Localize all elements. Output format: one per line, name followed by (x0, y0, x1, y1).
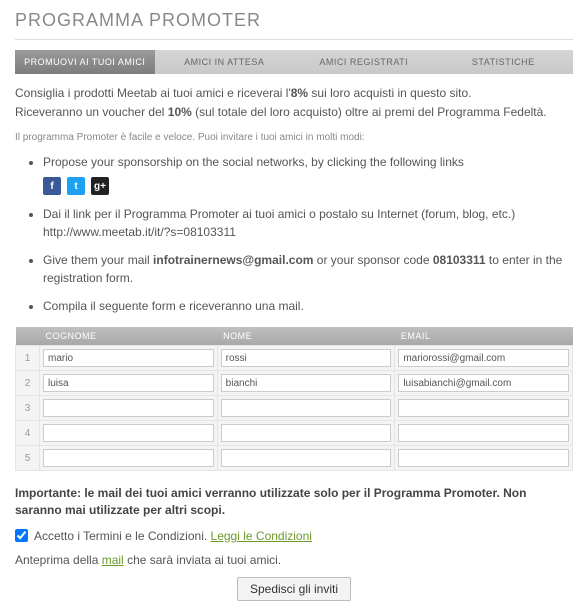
cognome-input-5[interactable] (43, 449, 214, 467)
tab-registered[interactable]: AMICI REGISTRATI (294, 50, 434, 74)
cognome-input-1[interactable] (43, 349, 214, 367)
intro-pct1: 8% (291, 86, 308, 100)
email-input-4[interactable] (398, 424, 569, 442)
step-3: Give them your mail infotrainernews@gmai… (43, 251, 573, 287)
accept-checkbox[interactable] (15, 529, 28, 542)
step-3-c: or your sponsor code (313, 253, 432, 267)
step-1: Propose your sponsorship on the social n… (43, 153, 573, 195)
divider (15, 39, 573, 40)
step-3-email: infotrainernews@gmail.com (153, 253, 313, 267)
nome-input-5[interactable] (221, 449, 392, 467)
googleplus-icon[interactable]: g+ (91, 177, 109, 195)
row-num: 3 (16, 396, 40, 421)
tab-stats[interactable]: STATISTICHE (434, 50, 574, 74)
intro-line2-a: Riceveranno un voucher del (15, 105, 168, 119)
col-email: EMAIL (395, 327, 573, 346)
promoter-url: http://www.meetab.it/it/?s=08103311 (43, 225, 236, 239)
accept-row: Accetto i Termini e le Condizioni. Leggi… (15, 529, 573, 543)
submit-button[interactable]: Spedisci gli inviti (237, 577, 351, 601)
row-num: 1 (16, 346, 40, 371)
cognome-input-4[interactable] (43, 424, 214, 442)
terms-link[interactable]: Leggi le Condizioni (211, 529, 312, 543)
cognome-input-2[interactable] (43, 374, 214, 392)
nome-input-3[interactable] (221, 399, 392, 417)
step-4: Compila il seguente form e riceveranno u… (43, 297, 573, 315)
step-3-code: 08103311 (433, 253, 486, 267)
email-input-3[interactable] (398, 399, 569, 417)
accept-label: Accetto i Termini e le Condizioni. (34, 529, 211, 543)
step-1-text: Propose your sponsorship on the social n… (43, 155, 464, 169)
social-row: f t g+ (43, 177, 573, 195)
submit-wrap: Spedisci gli inviti (15, 577, 573, 601)
subintro: Il programma Promoter è facile e veloce.… (15, 132, 573, 143)
tab-promote[interactable]: PROMUOVI AI TUOI AMICI (15, 50, 155, 74)
intro-text: Consiglia i prodotti Meetab ai tuoi amic… (15, 74, 573, 128)
col-nome: NOME (217, 327, 395, 346)
preview-a: Anteprima della (15, 553, 102, 567)
intro-pct2: 10% (168, 105, 192, 119)
cognome-input-3[interactable] (43, 399, 214, 417)
email-input-1[interactable] (398, 349, 569, 367)
tab-pending[interactable]: AMICI IN ATTESA (155, 50, 295, 74)
step-2: Dai il link per il Programma Promoter ai… (43, 205, 573, 241)
facebook-icon[interactable]: f (43, 177, 61, 195)
col-cognome: COGNOME (40, 327, 218, 346)
preview-c: che sarà inviata ai tuoi amici. (124, 553, 281, 567)
col-num (16, 327, 40, 346)
table-row: 5 (16, 446, 573, 471)
table-row: 1 (16, 346, 573, 371)
email-input-2[interactable] (398, 374, 569, 392)
preview-mail-link[interactable]: mail (102, 553, 124, 567)
page-title: PROGRAMMA PROMOTER (15, 10, 573, 31)
twitter-icon[interactable]: t (67, 177, 85, 195)
step-2-text: Dai il link per il Programma Promoter ai… (43, 207, 515, 221)
row-num: 4 (16, 421, 40, 446)
friends-table: COGNOME NOME EMAIL 1 2 3 4 (15, 327, 573, 471)
preview-line: Anteprima della mail che sarà inviata ai… (15, 553, 573, 567)
tabs: PROMUOVI AI TUOI AMICI AMICI IN ATTESA A… (15, 50, 573, 74)
nome-input-2[interactable] (221, 374, 392, 392)
table-row: 4 (16, 421, 573, 446)
step-3-a: Give them your mail (43, 253, 153, 267)
row-num: 5 (16, 446, 40, 471)
intro-line2-c: (sul totale del loro acquisto) oltre ai … (192, 105, 547, 119)
table-row: 3 (16, 396, 573, 421)
table-row: 2 (16, 371, 573, 396)
intro-line1-a: Consiglia i prodotti Meetab ai tuoi amic… (15, 86, 291, 100)
nome-input-1[interactable] (221, 349, 392, 367)
email-input-5[interactable] (398, 449, 569, 467)
intro-line1-c: sui loro acquisti in questo sito. (308, 86, 471, 100)
row-num: 2 (16, 371, 40, 396)
steps-list: Propose your sponsorship on the social n… (15, 153, 573, 315)
nome-input-4[interactable] (221, 424, 392, 442)
table-header: COGNOME NOME EMAIL (16, 327, 573, 346)
important-text: Importante: le mail dei tuoi amici verra… (15, 486, 526, 517)
important-note: Importante: le mail dei tuoi amici verra… (15, 485, 573, 519)
